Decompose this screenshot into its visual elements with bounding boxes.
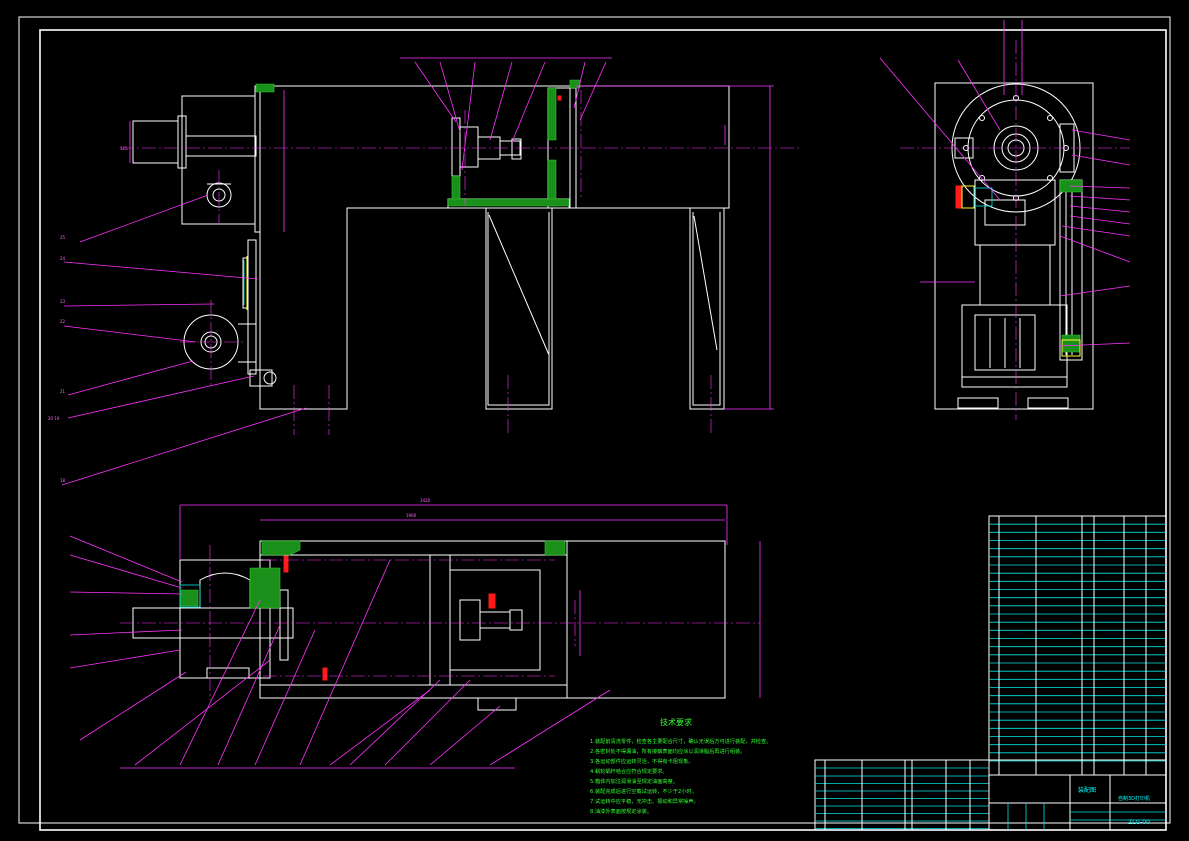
inner-frame — [39, 29, 1167, 831]
tech-note: 2.各密封处不得漏油，所有接触表面均应涂以润滑脂后再进行组装。 — [590, 747, 745, 755]
svg-text:24: 24 — [60, 256, 66, 261]
svg-text:20 19: 20 19 — [48, 416, 60, 421]
svg-text:25: 25 — [60, 235, 66, 240]
tech-note: 3.各运动部件应运转灵活，不得有卡阻现象。 — [590, 757, 694, 765]
company-name: 自制3D打印机 — [1118, 795, 1150, 802]
engineering-drawing: 25 24 23 22 21 20 19 18 125 3420 1960 技术要求 1… — [18, 16, 1171, 831]
top-view: 3420 1960 — [69, 498, 761, 769]
side-view — [879, 20, 1131, 420]
outer-frame — [18, 16, 1171, 824]
svg-text:125: 125 — [120, 146, 128, 151]
tech-notes-title: 技术要求 — [660, 717, 692, 727]
svg-text:18: 18 — [60, 478, 66, 483]
svg-text:22: 22 — [60, 319, 66, 324]
technical-notes: 技术要求 1.装配前清洗零件，检查各主要配合尺寸，确认无误后方可进行装配，并检查… — [590, 717, 771, 815]
title-block: 装配图 自制3D打印机 ZLG-00 — [814, 759, 1167, 831]
svg-text:21: 21 — [60, 389, 66, 394]
tech-note: 4.蜗轮蜗杆啮合应符合规定要求。 — [590, 767, 668, 775]
svg-text:1960: 1960 — [406, 513, 417, 518]
svg-text:23: 23 — [60, 299, 66, 304]
tech-note: 8.油漆外表面按规定涂装。 — [590, 807, 652, 815]
tech-note: 5.箱体内加注润滑油至规定油面高度。 — [590, 777, 678, 785]
front-view: 25 24 23 22 21 20 19 18 125 — [48, 57, 800, 486]
parts-list — [988, 515, 1167, 776]
svg-text:3420: 3420 — [420, 498, 431, 503]
tech-note: 6.装配完成后进行空载试运转，不少于2小时。 — [590, 787, 697, 795]
tech-note: 7.试运转中应平稳，无冲击、振动和异常噪声。 — [590, 797, 699, 805]
drawing-name: 装配图 — [1078, 786, 1096, 794]
tech-note: 1.装配前清洗零件，检查各主要配合尺寸，确认无误后方可进行装配，并检查。 — [590, 737, 771, 745]
